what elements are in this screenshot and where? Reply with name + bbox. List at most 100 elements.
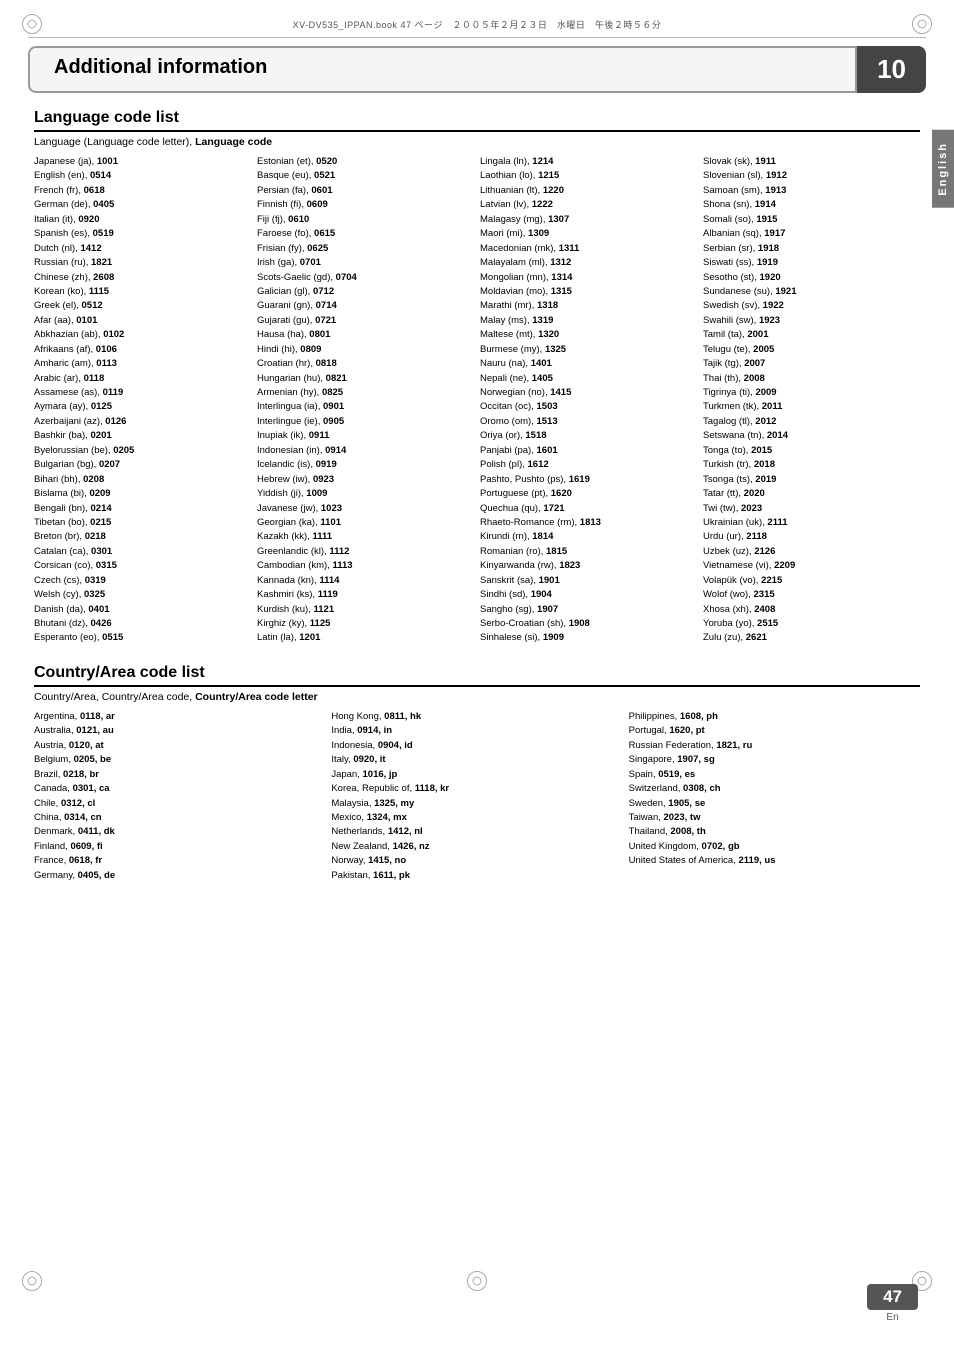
country-entry: Norway, 1415, no [331,854,622,868]
language-entry: Malagasy (mg), 1307 [480,213,697,227]
country-entry: United Kingdom, 0702, gb [629,840,920,854]
language-entry: Tajik (tg), 2007 [703,357,920,371]
language-entry: Hausa (ha), 0801 [257,328,474,342]
language-entry: Wolof (wo), 2315 [703,588,920,602]
country-entry: China, 0314, cn [34,811,325,825]
bottom-center-corner-mark [467,1271,487,1291]
language-entry: Tibetan (bo), 0215 [34,516,251,530]
language-section: Language code list Language (Language co… [34,109,920,646]
language-entry: Malay (ms), 1319 [480,314,697,328]
language-entry: Bihari (bh), 0208 [34,473,251,487]
country-entry: Taiwan, 2023, tw [629,811,920,825]
main-content: Language code list Language (Language co… [0,109,954,963]
language-entry: Panjabi (pa), 1601 [480,444,697,458]
language-entry: Scots-Gaelic (gd), 0704 [257,271,474,285]
country-entry: Philippines, 1608, ph [629,710,920,724]
language-entry: Nauru (na), 1401 [480,357,697,371]
country-entry: Austria, 0120, at [34,739,325,753]
language-entry: Guarani (gn), 0714 [257,299,474,313]
language-entry: Yiddish (ji), 1009 [257,487,474,501]
language-entry: Marathi (mr), 1318 [480,299,697,313]
language-entry: Tsonga (ts), 2019 [703,473,920,487]
country-col-2: Philippines, 1608, phPortugal, 1620, ptR… [629,710,920,883]
language-entry: Abkhazian (ab), 0102 [34,328,251,342]
section-title: Additional information [28,46,857,93]
country-entry: Singapore, 1907, sg [629,753,920,767]
language-entry: Oriya (or), 1518 [480,429,697,443]
language-entry: Sangho (sg), 1907 [480,603,697,617]
language-entry: German (de), 0405 [34,198,251,212]
language-entry: Cambodian (km), 1113 [257,559,474,573]
country-col-1: Hong Kong, 0811, hkIndia, 0914, inIndone… [331,710,622,883]
language-entry: Frisian (fy), 0625 [257,242,474,256]
language-entry: Kirundi (rn), 1814 [480,530,697,544]
language-entry: Hindi (hi), 0809 [257,343,474,357]
language-entry: Shona (sn), 1914 [703,198,920,212]
language-entry: Slovak (sk), 1911 [703,155,920,169]
language-entry: Swedish (sv), 1922 [703,299,920,313]
language-entry: Finnish (fi), 0609 [257,198,474,212]
language-entry: Xhosa (xh), 2408 [703,603,920,617]
language-entry: Bislama (bi), 0209 [34,487,251,501]
language-entry: Macedonian (mk), 1311 [480,242,697,256]
language-entry: Czech (cs), 0319 [34,574,251,588]
language-entry: Oromo (om), 1513 [480,415,697,429]
country-entry: Thailand, 2008, th [629,825,920,839]
language-entry: Bengali (bn), 0214 [34,502,251,516]
country-entry: Switzerland, 0308, ch [629,782,920,796]
language-entry: Norwegian (no), 1415 [480,386,697,400]
language-entry: Turkish (tr), 2018 [703,458,920,472]
country-entry: Denmark, 0411, dk [34,825,325,839]
language-entry: Laothian (lo), 1215 [480,169,697,183]
language-entry: Telugu (te), 2005 [703,343,920,357]
language-entry: Japanese (ja), 1001 [34,155,251,169]
language-entry: French (fr), 0618 [34,184,251,198]
language-col-0: Japanese (ja), 1001English (en), 0514Fre… [34,155,251,646]
language-entry: Breton (br), 0218 [34,530,251,544]
language-entry: Tamil (ta), 2001 [703,328,920,342]
page-footer: 47 En [867,1284,918,1323]
language-entry: Bashkir (ba), 0201 [34,429,251,443]
country-section: Country/Area code list Country/Area, Cou… [34,664,920,883]
top-left-corner-mark [22,14,42,34]
language-entry: Latvian (lv), 1222 [480,198,697,212]
language-entry: Sanskrit (sa), 1901 [480,574,697,588]
country-entry: Japan, 1016, jp [331,768,622,782]
language-entry: Tigrinya (ti), 2009 [703,386,920,400]
language-entry: Zulu (zu), 2621 [703,631,920,645]
country-col-0: Argentina, 0118, arAustralia, 0121, auAu… [34,710,325,883]
country-section-subtitle: Country/Area, Country/Area code, Country… [34,691,920,703]
language-col-3: Slovak (sk), 1911Slovenian (sl), 1912Sam… [703,155,920,646]
language-entry: Tatar (tt), 2020 [703,487,920,501]
language-entry: Icelandic (is), 0919 [257,458,474,472]
language-entry: Setswana (tn), 2014 [703,429,920,443]
language-entry: Slovenian (sl), 1912 [703,169,920,183]
language-entry: Aymara (ay), 0125 [34,400,251,414]
language-entry: Fiji (fj), 0610 [257,213,474,227]
language-entry: Chinese (zh), 2608 [34,271,251,285]
country-entry: Chile, 0312, cl [34,797,325,811]
language-entry: Latin (la), 1201 [257,631,474,645]
language-entry: Danish (da), 0401 [34,603,251,617]
country-entry: Brazil, 0218, br [34,768,325,782]
language-entry: Sesotho (st), 1920 [703,271,920,285]
bottom-left-corner-mark [22,1271,42,1291]
language-entry: Azerbaijani (az), 0126 [34,415,251,429]
language-entry: Esperanto (eo), 0515 [34,631,251,645]
book-info: XV-DV535_IPPAN.book 47 ページ ２００５年２月２３日 水曜… [0,0,954,31]
language-entry: Gujarati (gu), 0721 [257,314,474,328]
language-entry: Pashto, Pushto (ps), 1619 [480,473,697,487]
language-entry: Twi (tw), 2023 [703,502,920,516]
country-entry: Russian Federation, 1821, ru [629,739,920,753]
country-entry: Italy, 0920, it [331,753,622,767]
language-entry: Afrikaans (af), 0106 [34,343,251,357]
language-entry: Somali (so), 1915 [703,213,920,227]
country-entry: Argentina, 0118, ar [34,710,325,724]
language-entry: Arabic (ar), 0118 [34,372,251,386]
language-entry: Galician (gl), 0712 [257,285,474,299]
language-entry: Tagalog (tl), 2012 [703,415,920,429]
country-entry: New Zealand, 1426, nz [331,840,622,854]
country-section-heading: Country/Area code list [34,664,920,687]
country-grid: Argentina, 0118, arAustralia, 0121, auAu… [34,710,920,883]
country-entry: Canada, 0301, ca [34,782,325,796]
